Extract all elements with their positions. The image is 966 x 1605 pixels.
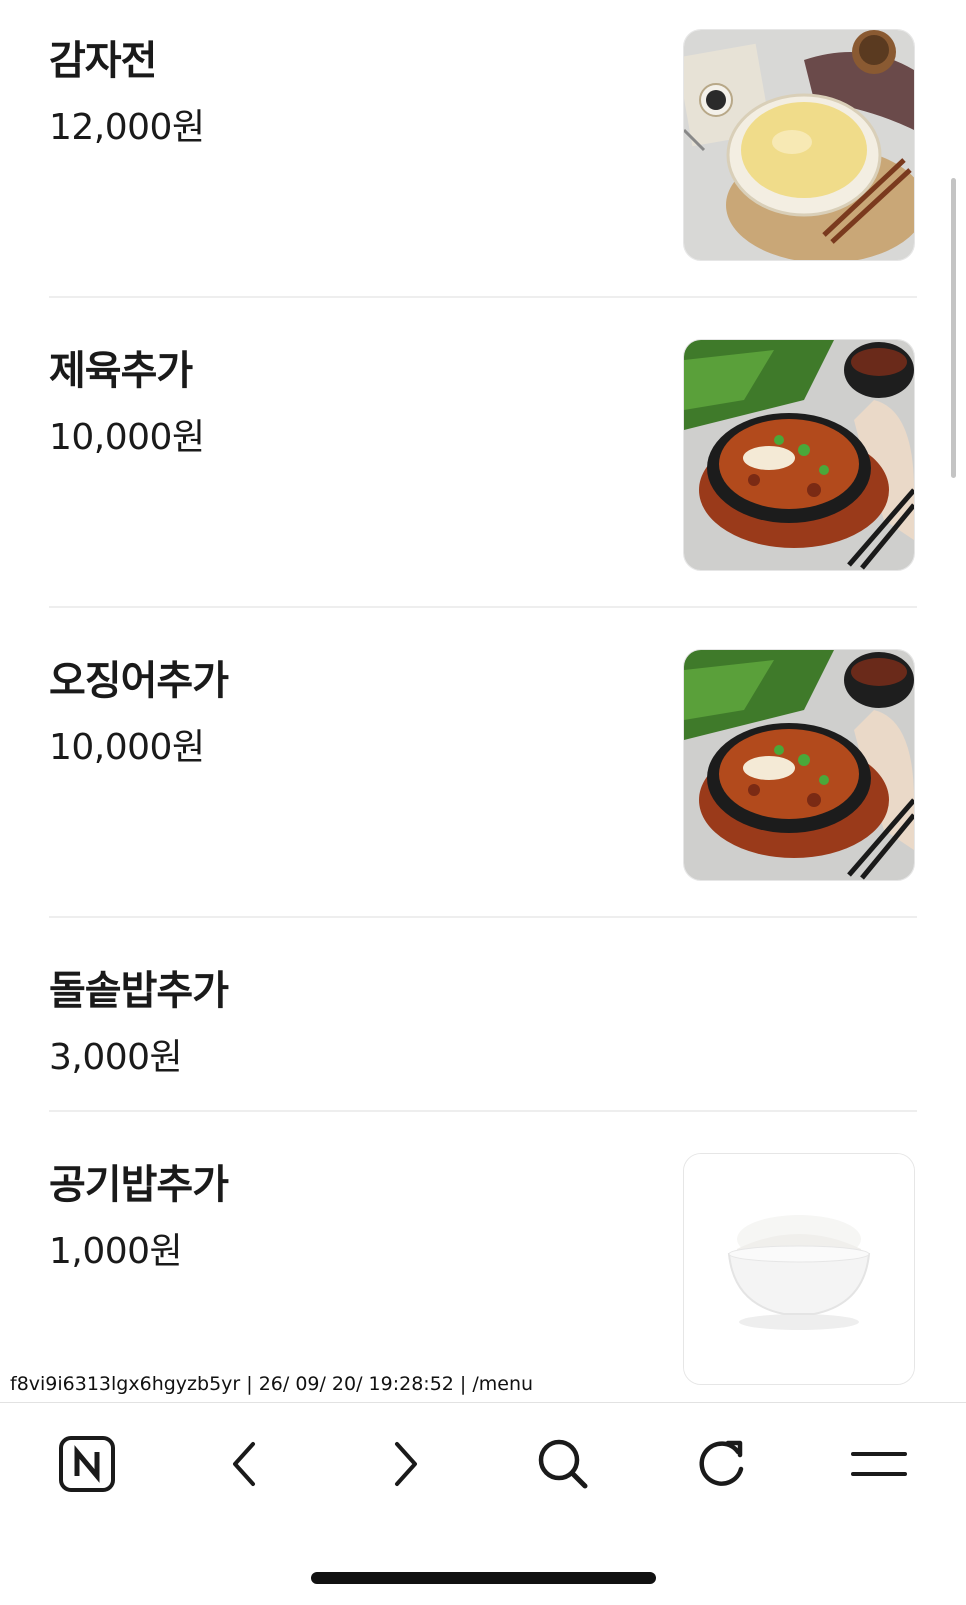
spicy-pork-image xyxy=(683,339,915,571)
menu-item[interactable]: 공기밥추가 1,000원 xyxy=(49,1150,917,1400)
menu-item[interactable]: 제육추가 10,000원 xyxy=(49,336,917,606)
spicy-pork-image xyxy=(683,649,915,881)
search-icon[interactable] xyxy=(528,1429,598,1499)
menu-item-name: 돌솥밥추가 xyxy=(49,968,229,1014)
menu-item[interactable]: 돌솥밥추가 3,000원 xyxy=(49,956,917,1106)
potato-pancake-image xyxy=(683,29,915,261)
menu-item-price: 12,000원 xyxy=(49,107,205,148)
divider xyxy=(49,1110,917,1112)
menu-item-price: 10,000원 xyxy=(49,727,205,768)
home-indicator xyxy=(311,1572,656,1584)
menu-item-name: 제육추가 xyxy=(49,348,193,394)
debug-info-line: f8vi9i6313lgx6hgyzb5yr | 26/ 09/ 20/ 19:… xyxy=(10,1373,534,1395)
divider xyxy=(49,296,917,298)
menu-item-name: 공기밥추가 xyxy=(49,1162,229,1208)
menu-item[interactable]: 오징어추가 10,000원 xyxy=(49,646,917,916)
menu-item-price: 1,000원 xyxy=(49,1231,183,1272)
menu-icon[interactable] xyxy=(844,1429,914,1499)
naver-home-icon[interactable] xyxy=(52,1429,122,1499)
forward-arrow-icon[interactable] xyxy=(370,1429,440,1499)
divider xyxy=(49,916,917,918)
back-arrow-icon[interactable] xyxy=(210,1429,280,1499)
divider xyxy=(49,606,917,608)
refresh-icon[interactable] xyxy=(686,1429,756,1499)
menu-item-price: 10,000원 xyxy=(49,417,205,458)
menu-item-name: 오징어추가 xyxy=(49,658,229,704)
menu-item-price: 3,000원 xyxy=(49,1037,183,1078)
menu-item[interactable]: 감자전 12,000원 xyxy=(49,26,917,296)
scrollbar[interactable] xyxy=(951,178,956,478)
rice-bowl-image xyxy=(683,1153,915,1385)
menu-item-name: 감자전 xyxy=(49,38,157,84)
